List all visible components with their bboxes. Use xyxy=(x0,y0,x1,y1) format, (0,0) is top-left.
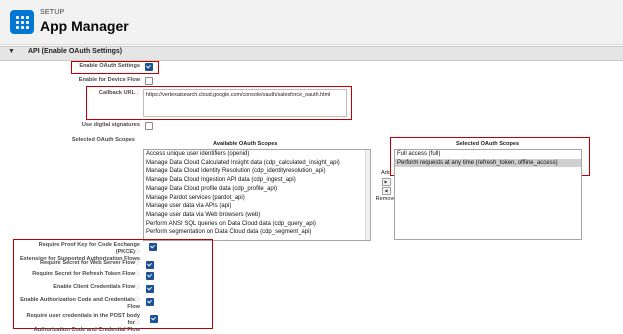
list-item[interactable]: Full access (full) xyxy=(395,150,581,159)
info-icon: ⓘ xyxy=(134,320,140,326)
post-body-label: Require user credentials in the POST bod… xyxy=(16,313,140,334)
secret-refresh-checkbox[interactable] xyxy=(146,272,154,280)
selected-scopes-header: Selected OAuth Scopes xyxy=(456,141,520,147)
enable-oauth-checkbox[interactable] xyxy=(145,63,153,71)
callback-url-value: https://vertexaisearch.cloud.google.com/… xyxy=(146,92,331,98)
callback-url-field[interactable]: https://vertexaisearch.cloud.google.com/… xyxy=(143,89,347,117)
list-item[interactable]: Manage Data Cloud profile data (cdp_prof… xyxy=(144,185,370,194)
auth-code-label: Enable Authorization Code and Credential… xyxy=(16,297,140,311)
secret-web-checkbox[interactable] xyxy=(146,261,154,269)
info-icon: ⓘ xyxy=(134,90,140,96)
app-grid-icon xyxy=(10,10,34,34)
list-item[interactable]: Manage Data Cloud Calculated Insight dat… xyxy=(144,159,370,168)
list-item[interactable]: Manage user data via Web browsers (web) xyxy=(144,211,370,220)
remove-arrow-icon[interactable]: ◀ xyxy=(381,187,391,195)
auth-code-label-line2: Flow xyxy=(127,304,140,310)
list-item[interactable]: Perform ANSI SQL queries on Data Cloud d… xyxy=(144,220,370,229)
list-item[interactable]: Manage Data Cloud Ingestion API data (cd… xyxy=(144,176,370,185)
post-body-label-line2: Authorization Code and Credential Flow xyxy=(33,327,140,333)
add-arrow-icon[interactable]: ▶ xyxy=(381,178,391,186)
available-scopes-list[interactable]: Access unique user identifiers (openid) … xyxy=(143,149,371,241)
post-body-checkbox[interactable] xyxy=(150,315,158,323)
pkce-label-line1: Require Proof Key for Code Exchange (PKC… xyxy=(38,242,140,255)
page-title: App Manager xyxy=(40,18,129,34)
info-icon: ⓘ xyxy=(134,271,140,277)
client-creds-label-text: Enable Client Credentials Flow xyxy=(53,284,135,290)
available-scopes-header: Available OAuth Scopes xyxy=(213,141,278,147)
scrollbar[interactable] xyxy=(365,150,370,240)
list-item[interactable]: Perform segmentation on Data Cloud data … xyxy=(144,228,370,237)
list-item[interactable]: Manage Data Cloud Identity Resolution (c… xyxy=(144,167,370,176)
callback-label: Callback URLⓘ xyxy=(80,90,140,97)
secret-refresh-label: Require Secret for Refresh Token Flowⓘ xyxy=(16,271,140,278)
list-item[interactable]: Access unique user identifiers (openid) xyxy=(144,150,370,159)
section-header[interactable]: ▼ API (Enable OAuth Settings) xyxy=(0,46,623,61)
auth-code-label-line1: Enable Authorization Code and Credential… xyxy=(20,297,135,303)
device-flow-label: Enable for Device Flow xyxy=(78,77,140,83)
list-item[interactable]: Manage Pardot services (pardot_api) xyxy=(144,194,370,203)
secret-web-label-text: Require Secret for Web Server Flow xyxy=(39,260,135,266)
digital-sig-checkbox[interactable] xyxy=(145,122,153,130)
client-creds-checkbox[interactable] xyxy=(146,285,154,293)
section-title: API (Enable OAuth Settings) xyxy=(28,48,123,55)
selected-scopes-list[interactable]: Full access (full) Perform requests at a… xyxy=(394,149,582,240)
secret-web-label: Require Secret for Web Server Flowⓘ xyxy=(16,260,140,267)
pkce-checkbox[interactable] xyxy=(149,243,157,251)
page-header: SETUP App Manager xyxy=(0,0,623,45)
list-item[interactable]: Perform requests at any time (refresh_to… xyxy=(395,158,581,168)
client-creds-label: Enable Client Credentials Flowⓘ xyxy=(16,284,140,291)
digital-sig-label: Use digital signatures xyxy=(81,122,140,128)
info-icon: ⓘ xyxy=(134,297,140,303)
list-item[interactable]: Manage user data via APIs (api) xyxy=(144,202,370,211)
callback-label-text: Callback URL xyxy=(98,90,135,96)
auth-code-checkbox[interactable] xyxy=(146,298,154,306)
secret-refresh-label-text: Require Secret for Refresh Token Flow xyxy=(32,271,135,277)
chevron-down-icon[interactable]: ▼ xyxy=(8,48,15,55)
info-icon: ⓘ xyxy=(134,284,140,290)
setup-label: SETUP xyxy=(40,9,65,16)
post-body-label-line1: Require user credentials in the POST bod… xyxy=(26,313,140,326)
scopes-label: Selected OAuth Scopes xyxy=(71,137,135,143)
info-icon: ⓘ xyxy=(134,249,140,255)
info-icon: ⓘ xyxy=(134,260,140,266)
device-flow-checkbox[interactable] xyxy=(145,77,153,85)
enable-oauth-label: Enable OAuth Settings xyxy=(79,63,140,69)
